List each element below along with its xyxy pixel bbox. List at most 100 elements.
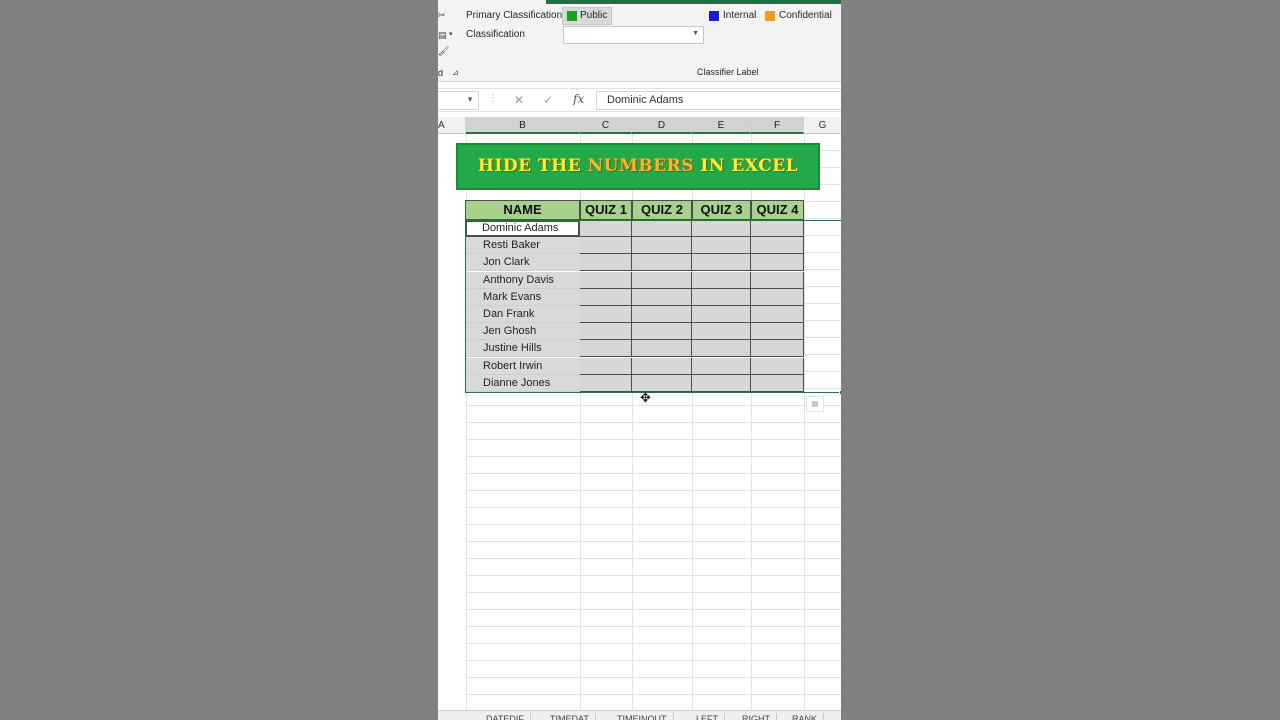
table-score-cell[interactable] xyxy=(580,374,632,392)
confidential-classification-button[interactable]: Confidential xyxy=(779,10,832,21)
table-score-cell[interactable] xyxy=(751,357,804,375)
sheet-tab[interactable]: TIMEDAT xyxy=(544,713,596,720)
table-score-cell[interactable] xyxy=(632,323,692,341)
table-score-cell[interactable] xyxy=(632,237,692,255)
internal-classification-button[interactable]: Internal xyxy=(723,10,756,21)
enter-icon[interactable]: ✓ xyxy=(543,93,553,107)
public-label: Public xyxy=(580,10,608,21)
column-header-f[interactable]: F xyxy=(751,117,804,134)
table-score-cell[interactable] xyxy=(632,271,692,289)
dialog-launcher-icon[interactable]: ⊿ xyxy=(452,68,459,77)
copy-icon[interactable]: ▤ xyxy=(438,30,447,41)
table-score-cell[interactable] xyxy=(692,254,751,272)
table-score-cell[interactable] xyxy=(751,288,804,306)
table-score-cell[interactable] xyxy=(580,340,632,358)
table-score-cell[interactable] xyxy=(580,254,632,272)
format-painter-icon[interactable]: 🖌 xyxy=(438,46,449,57)
public-classification-button[interactable]: Public xyxy=(562,7,612,25)
grid-row-line xyxy=(466,524,841,525)
table-score-cell[interactable] xyxy=(580,288,632,306)
grid-row-line xyxy=(466,473,841,474)
table-score-cell[interactable] xyxy=(580,357,632,375)
classification-select[interactable]: ▼ xyxy=(563,26,704,44)
table-header-cell[interactable]: QUIZ 3 xyxy=(692,200,751,220)
table-score-cell[interactable] xyxy=(580,323,632,341)
table-score-cell[interactable] xyxy=(751,271,804,289)
table-score-cell[interactable] xyxy=(751,306,804,323)
cut-icon[interactable]: ✂ xyxy=(438,10,446,21)
banner-title: HIDE THE NUMBERS IN EXCEL xyxy=(477,156,799,176)
column-header-g[interactable]: G xyxy=(804,117,841,134)
copy-dropdown-icon[interactable]: ▾ xyxy=(449,30,453,38)
table-score-cell[interactable] xyxy=(751,323,804,341)
sheet-tab[interactable]: TIMEINOUT xyxy=(611,713,674,720)
grid-row-line xyxy=(466,456,841,457)
grid-row-line xyxy=(466,490,841,491)
grid-row-line xyxy=(466,541,841,542)
more-options-icon[interactable]: ⋮ xyxy=(488,93,498,104)
table-score-cell[interactable] xyxy=(751,374,804,392)
sheet-tab[interactable]: RANK xyxy=(786,713,825,720)
table-score-cell[interactable] xyxy=(580,306,632,323)
table-score-cell[interactable] xyxy=(692,220,751,237)
sheet-tabs: DATEDIF TIMEDAT TIMEINOUT LEFT RIGHT RANK xyxy=(438,710,841,720)
table-score-cell[interactable] xyxy=(580,271,632,289)
table-name-cell[interactable]: Robert Irwin xyxy=(465,357,580,375)
cursor-icon: ✥ xyxy=(640,390,651,405)
grid-row-line xyxy=(466,660,841,661)
table-score-cell[interactable] xyxy=(580,220,632,237)
table-header-cell[interactable]: QUIZ 2 xyxy=(632,200,692,220)
table-header-cell[interactable]: QUIZ 4 xyxy=(751,200,804,220)
column-header-a[interactable]: A xyxy=(438,117,466,134)
table-header-cell[interactable]: QUIZ 1 xyxy=(580,200,632,220)
grid-row-line xyxy=(466,405,841,406)
table-score-cell[interactable] xyxy=(692,271,751,289)
sheet-tab[interactable]: LEFT xyxy=(690,713,726,720)
table-score-cell[interactable] xyxy=(692,323,751,341)
table-score-cell[interactable] xyxy=(751,340,804,358)
chevron-down-icon: ▼ xyxy=(692,30,699,37)
table-score-cell[interactable] xyxy=(632,340,692,358)
sheet-tab[interactable]: DATEDIF xyxy=(480,713,531,720)
formula-input[interactable]: Dominic Adams xyxy=(596,91,841,110)
excel-window: ✂ ▤ ▾ 🖌 d ⊿ Primary Classification Publi… xyxy=(438,0,841,720)
table-name-cell[interactable]: Jen Ghosh xyxy=(465,323,580,341)
table-score-cell[interactable] xyxy=(692,340,751,358)
table-name-cell[interactable]: Dianne Jones xyxy=(465,374,580,392)
table-score-cell[interactable] xyxy=(632,357,692,375)
table-score-cell[interactable] xyxy=(580,237,632,255)
quick-analysis-icon[interactable]: ▦ xyxy=(806,396,824,412)
active-cell[interactable]: Dominic Adams xyxy=(465,220,580,237)
table-score-cell[interactable] xyxy=(692,374,751,392)
column-header-e[interactable]: E xyxy=(692,117,751,134)
table-name-cell[interactable]: Mark Evans xyxy=(465,288,580,306)
table-score-cell[interactable] xyxy=(692,237,751,255)
column-header-c[interactable]: C xyxy=(580,117,632,134)
table-score-cell[interactable] xyxy=(632,288,692,306)
table-name-cell[interactable]: Jon Clark xyxy=(465,254,580,272)
table-name-cell[interactable]: Anthony Davis xyxy=(465,271,580,289)
insert-function-button[interactable]: fx xyxy=(573,92,584,106)
title-banner[interactable]: HIDE THE NUMBERS IN EXCEL xyxy=(456,143,820,190)
table-score-cell[interactable] xyxy=(632,306,692,323)
table-score-cell[interactable] xyxy=(632,254,692,272)
name-box[interactable]: ▼ xyxy=(438,91,479,110)
fill-handle[interactable] xyxy=(839,390,841,395)
sheet-tab[interactable]: RIGHT xyxy=(736,713,777,720)
column-header-d[interactable]: D xyxy=(632,117,692,134)
table-score-cell[interactable] xyxy=(751,254,804,272)
table-score-cell[interactable] xyxy=(692,306,751,323)
column-header-b[interactable]: B xyxy=(466,117,580,134)
table-header-cell[interactable]: NAME xyxy=(465,200,580,220)
grid-row-line xyxy=(466,694,841,695)
table-score-cell[interactable] xyxy=(632,220,692,237)
table-score-cell[interactable] xyxy=(692,357,751,375)
cancel-icon[interactable]: ✕ xyxy=(514,93,524,107)
table-name-cell[interactable]: Dan Frank xyxy=(465,306,580,323)
table-score-cell[interactable] xyxy=(692,288,751,306)
table-name-cell[interactable]: Justine Hills xyxy=(465,340,580,358)
table-score-cell[interactable] xyxy=(751,237,804,255)
table-name-cell[interactable]: Resti Baker xyxy=(465,237,580,255)
table-score-cell[interactable] xyxy=(751,220,804,237)
ribbon-accent-bar xyxy=(546,0,841,4)
